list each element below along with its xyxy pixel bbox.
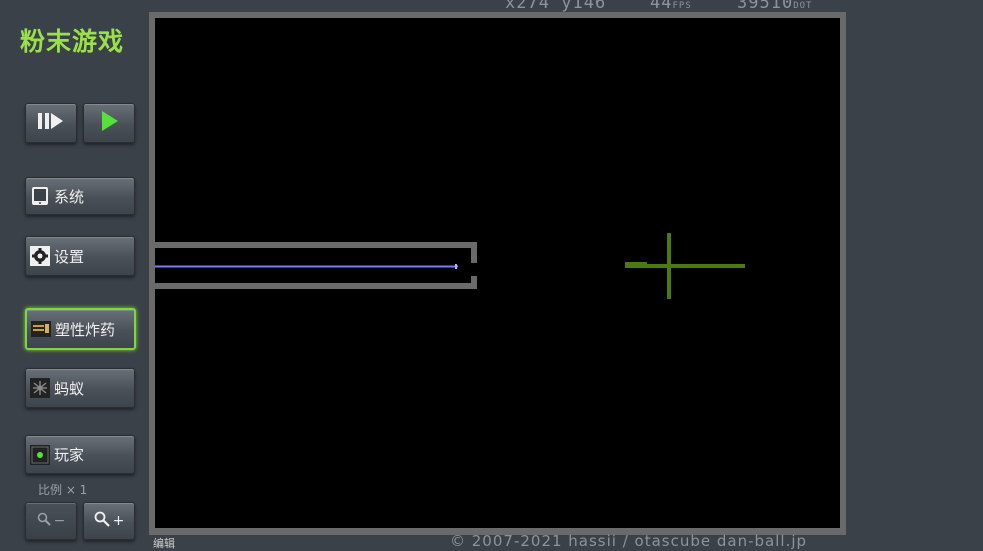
play-button[interactable] (83, 103, 135, 143)
player-icon (30, 444, 50, 465)
tablet-icon (30, 186, 50, 206)
element-ant-button[interactable]: 蚂蚁 (25, 368, 135, 408)
system-button[interactable]: 系统 (25, 177, 135, 215)
tube-bottom-wall (155, 283, 477, 289)
system-label: 系统 (54, 187, 85, 206)
dot-unit: DOT (793, 1, 813, 11)
laser-tip (455, 264, 457, 269)
fps-unit: FPS (672, 1, 692, 11)
magnifier-plus-icon (94, 511, 110, 531)
game-canvas[interactable] (155, 18, 840, 528)
settings-button[interactable]: 设置 (25, 236, 135, 276)
zoom-in-button[interactable]: + (83, 502, 135, 540)
ant-icon (30, 378, 50, 398)
magnifier-minus-icon (37, 512, 51, 530)
element-c4-button[interactable]: 塑性炸药 (25, 308, 136, 350)
zoom-in-label: + (112, 513, 125, 529)
c4-label: 塑性炸药 (55, 320, 116, 339)
step-icon (36, 111, 66, 135)
laser-beam (155, 265, 458, 268)
tube-top-lip (471, 242, 477, 263)
scene (155, 233, 745, 299)
play-icon (99, 110, 119, 136)
tube-top-wall (155, 242, 477, 248)
step-button[interactable] (25, 103, 77, 143)
zoom-out-label: − (53, 513, 66, 529)
player-label: 玩家 (54, 446, 85, 464)
zoom-out-button[interactable]: − (25, 502, 77, 540)
element-player-button[interactable]: 玩家 (25, 435, 135, 474)
game-frame (149, 12, 846, 535)
copyright: © 2007-2021 hassii / otascube dan-ball.j… (450, 532, 808, 550)
app-title: 粉末游戏 (20, 27, 125, 56)
gear-icon (30, 246, 50, 266)
settings-label: 设置 (54, 247, 85, 266)
scale-label: 比例 × 1 (38, 483, 88, 497)
ant-label: 蚂蚁 (54, 379, 85, 398)
tube-bottom-lip (471, 276, 477, 289)
c4-icon (31, 319, 51, 339)
plant-stub (625, 262, 647, 265)
